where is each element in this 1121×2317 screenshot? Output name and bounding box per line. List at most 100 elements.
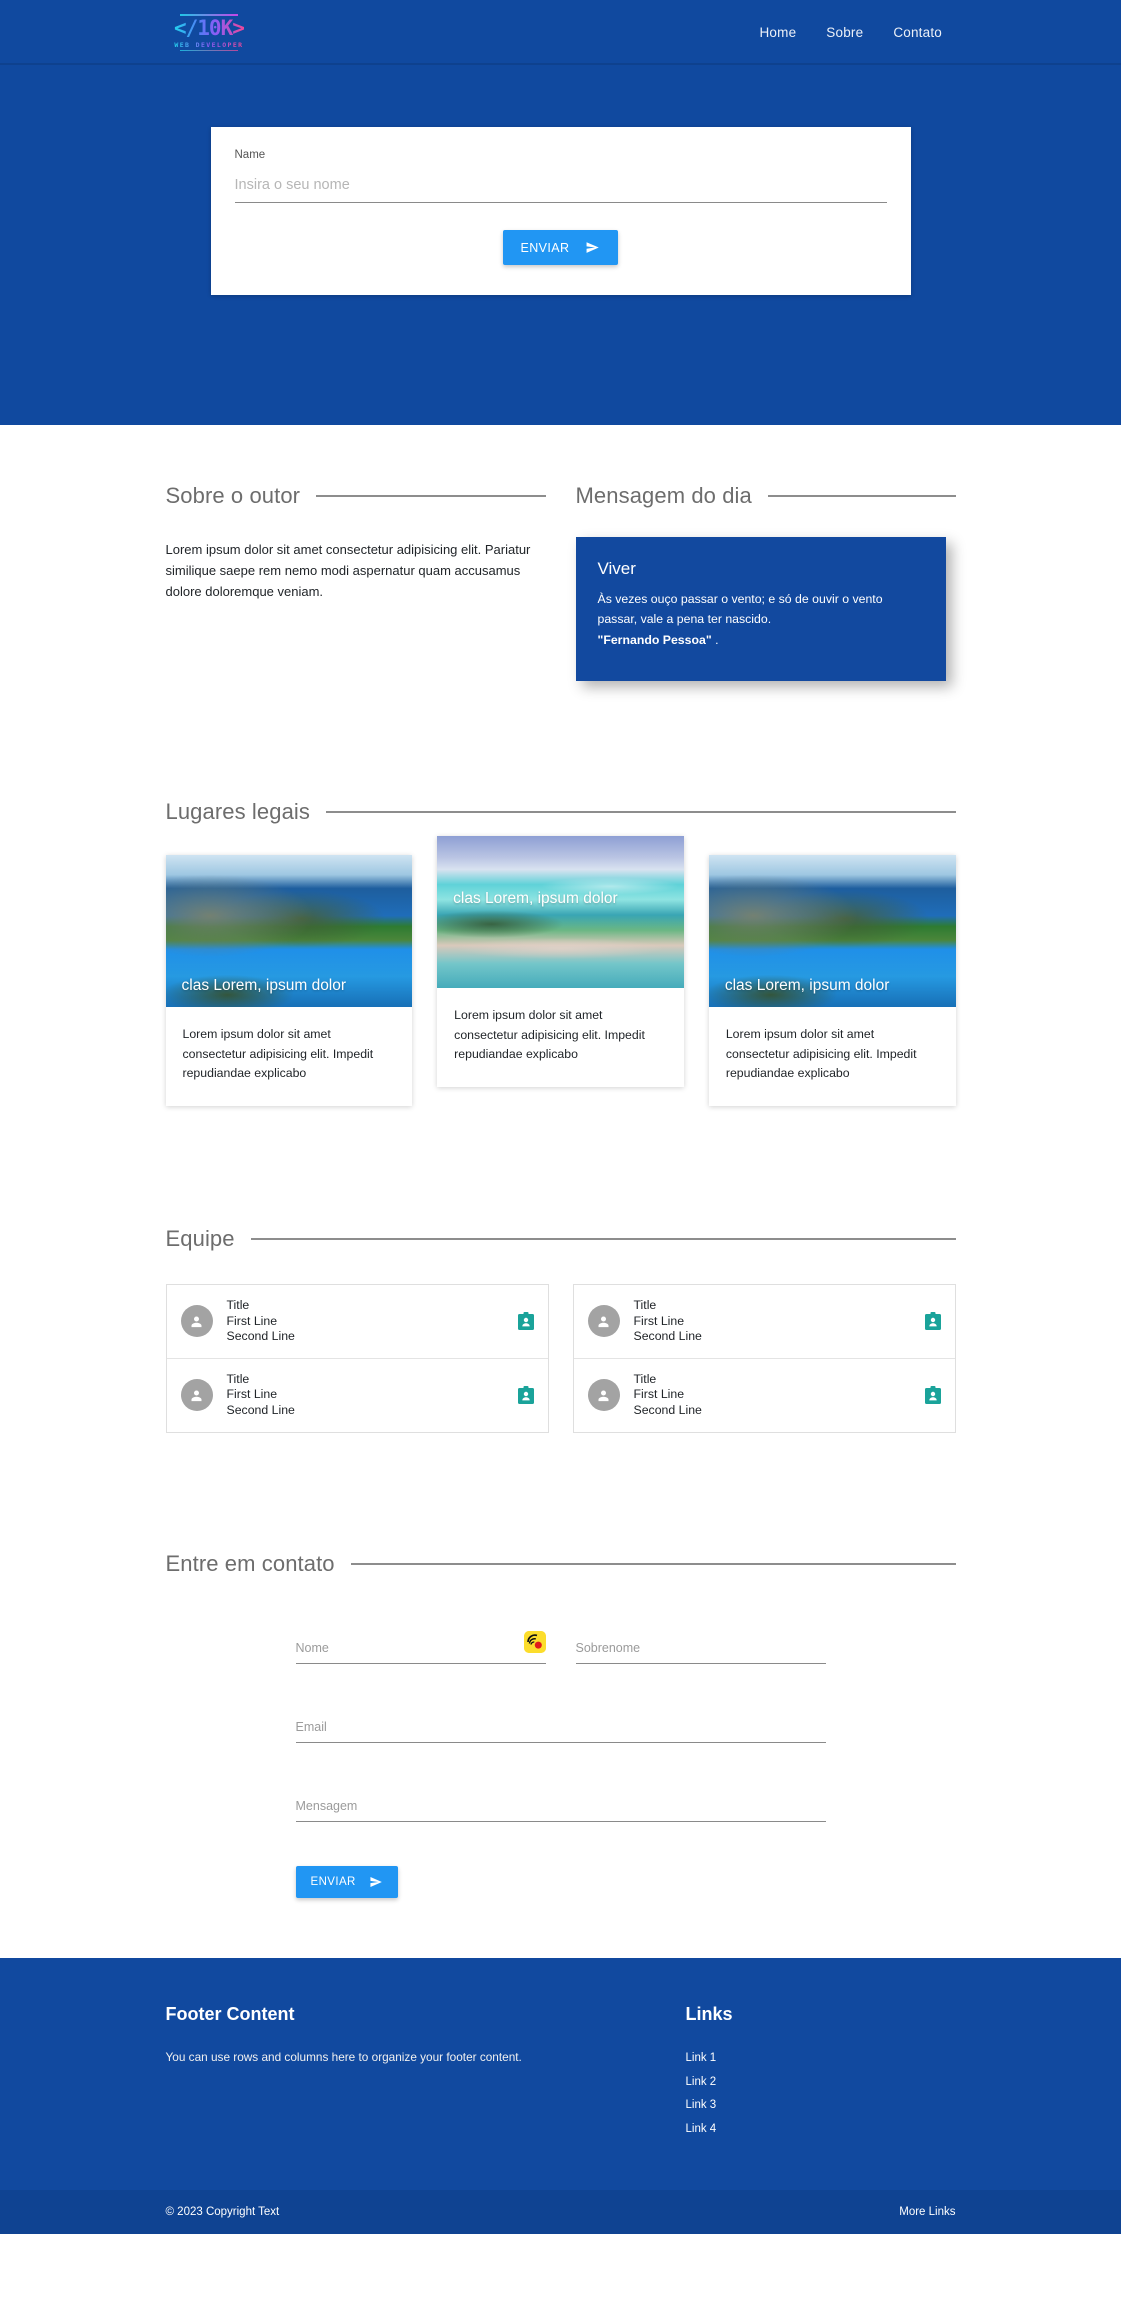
place-card-image-detail — [437, 836, 684, 988]
contact-section: Entre em contato Nome Sobrenome Email Me… — [166, 1433, 956, 1958]
contact-submit-label: ENVIAR — [310, 1875, 356, 1888]
contact-form: ENVIAR — [295, 1577, 826, 1898]
hero-name-label: Name — [234, 149, 266, 161]
hero-form-card: Name ENVIAR — [210, 127, 911, 295]
team-item-line2: Second Line — [633, 1329, 702, 1344]
copyright-text: © 2023 Copyright Text — [165, 2206, 280, 2219]
brand-tagline: WEB DEVELOPER — [174, 40, 244, 49]
last-name-input[interactable] — [575, 1636, 826, 1664]
contact-submit-button[interactable]: ENVIAR — [295, 1865, 398, 1898]
avatar — [587, 1379, 620, 1412]
team-list: Title First Line Second Line Title First… — [165, 1284, 549, 1433]
place-card-image: clas Lorem, ipsum dolor — [708, 855, 956, 1007]
footer-links-column: Links Link 1 Link 2 Link 3 Link 4 — [686, 2004, 956, 2143]
footer-content-heading: Footer Content — [165, 2003, 295, 2024]
quote-author-suffix: . — [711, 632, 719, 647]
footer-bottom-bar: © 2023 Copyright Text More Links — [0, 2190, 1121, 2235]
contact-heading: Entre em contato — [165, 1550, 335, 1576]
footer-content-text: You can use rows and columns here to org… — [165, 2049, 522, 2064]
team-item-line2: Second Line — [226, 1403, 295, 1418]
list-item[interactable]: Title First Line Second Line — [167, 1285, 548, 1358]
hero-section: Name ENVIAR — [0, 65, 1121, 425]
quote-text: Às vezes ouço passar o vento; e só de ou… — [597, 592, 883, 627]
team-item-line1: First Line — [633, 1387, 685, 1402]
about-heading: Sobre o outor — [165, 483, 301, 508]
team-heading: Equipe — [165, 1226, 235, 1252]
message-field-wrap — [295, 1794, 826, 1822]
about-column: Sobre o outor Lorem ipsum dolor sit amet… — [166, 483, 546, 681]
first-name-field-wrap — [295, 1630, 546, 1664]
footer-link-2[interactable]: Link 2 — [686, 2071, 956, 2095]
team-item-texts: Title First Line Second Line — [634, 1298, 911, 1345]
id-badge-icon[interactable] — [924, 1386, 941, 1405]
place-card-body: Lorem ipsum dolor sit amet consectetur a… — [182, 1027, 374, 1081]
footer-link-3[interactable]: Link 3 — [686, 2094, 956, 2118]
hero-submit-label: ENVIAR — [520, 240, 570, 255]
place-card-image: clas Lorem, ipsum dolor — [437, 836, 684, 988]
footer-link-4[interactable]: Link 4 — [686, 2118, 956, 2142]
message-heading-rule — [767, 495, 956, 497]
nav-links: Home Sobre Contato — [759, 25, 1097, 40]
id-badge-icon[interactable] — [517, 1386, 534, 1405]
email-input[interactable] — [295, 1715, 826, 1743]
footer-link-1[interactable]: Link 1 — [686, 2047, 956, 2071]
quote-author: "Fernando Pessoa" — [597, 632, 712, 647]
page-root: </10K> WEB DEVELOPER Home Sobre Contato … — [0, 0, 1121, 2235]
place-card-overlay-title: clas Lorem, ipsum dolor — [181, 976, 347, 994]
footer-content-column: Footer Content You can use rows and colu… — [166, 2004, 686, 2143]
about-section-header: Sobre o outor — [166, 483, 546, 509]
more-links-link[interactable]: More Links — [899, 2206, 955, 2218]
places-heading-rule — [326, 811, 956, 813]
team-item-line2: Second Line — [633, 1403, 702, 1418]
nav-link-home[interactable]: Home — [759, 25, 796, 40]
list-item[interactable]: Title First Line Second Line — [574, 1285, 955, 1358]
place-card[interactable]: clas Lorem, ipsum dolor Lorem ipsum dolo… — [165, 855, 413, 1107]
contact-section-header: Entre em contato — [166, 1551, 956, 1577]
list-item[interactable]: Title First Line Second Line — [573, 1357, 955, 1432]
hero-submit-button[interactable]: ENVIAR — [502, 230, 619, 265]
footer-links-heading: Links — [685, 2003, 733, 2024]
team-item-texts: Title First Line Second Line — [227, 1372, 504, 1419]
team-heading-rule — [250, 1238, 956, 1241]
team-item-line1: First Line — [226, 1313, 278, 1328]
nav-link-sobre[interactable]: Sobre — [826, 25, 863, 40]
emoji-picker-icon[interactable] — [523, 1630, 546, 1653]
list-item[interactable]: Title First Line Second Line — [166, 1357, 548, 1432]
hero-name-input[interactable] — [234, 173, 887, 203]
navbar: </10K> WEB DEVELOPER Home Sobre Contato — [0, 0, 1121, 65]
quote-title: Viver — [597, 559, 636, 578]
message-input[interactable] — [295, 1794, 826, 1822]
message-heading: Mensagem do dia — [575, 483, 752, 508]
about-message-container: Sobre o outor Lorem ipsum dolor sit amet… — [166, 425, 956, 681]
about-heading-rule — [316, 495, 546, 497]
email-field-wrap — [295, 1715, 826, 1743]
nav-link-contato[interactable]: Contato — [893, 25, 942, 40]
place-card[interactable]: clas Lorem, ipsum dolor Lorem ipsum dolo… — [708, 855, 956, 1107]
team-section-header: Equipe — [166, 1226, 956, 1252]
avatar — [180, 1305, 213, 1338]
brand-logo-text: </10K> — [174, 15, 245, 40]
footer: Footer Content You can use rows and colu… — [0, 1957, 1121, 2235]
avatar — [587, 1305, 620, 1338]
first-name-input[interactable] — [295, 1636, 546, 1664]
team-item-line1: First Line — [226, 1387, 278, 1402]
team-item-title: Title — [226, 1371, 250, 1386]
team-list: Title First Line Second Line Title First… — [572, 1284, 956, 1433]
brand-bottom-rule-icon — [179, 50, 238, 52]
send-paper-plane-icon — [369, 1875, 383, 1889]
avatar — [180, 1379, 213, 1412]
team-item-line2: Second Line — [226, 1329, 295, 1344]
id-badge-icon[interactable] — [924, 1312, 941, 1331]
team-item-line1: First Line — [633, 1313, 685, 1328]
team-item-title: Title — [226, 1298, 250, 1313]
about-body-text: Lorem ipsum dolor sit amet consectetur a… — [165, 542, 531, 600]
place-card-body: Lorem ipsum dolor sit amet consectetur a… — [454, 1008, 645, 1062]
place-card[interactable]: clas Lorem, ipsum dolor Lorem ipsum dolo… — [437, 836, 684, 1088]
id-badge-icon[interactable] — [517, 1312, 534, 1331]
message-column: Mensagem do dia Viver Às vezes ouço pass… — [575, 483, 956, 681]
place-card-overlay-title: clas Lorem, ipsum dolor — [724, 976, 890, 994]
footer-links-list: Link 1 Link 2 Link 3 Link 4 — [686, 2047, 956, 2143]
brand-logo[interactable]: </10K> WEB DEVELOPER — [174, 13, 245, 52]
team-item-texts: Title First Line Second Line — [634, 1372, 911, 1419]
places-section-header: Lugares legais — [166, 799, 956, 825]
